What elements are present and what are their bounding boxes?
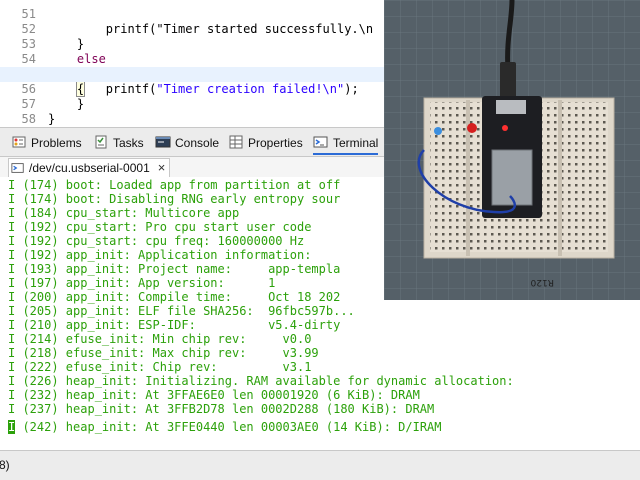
blue-led: [434, 127, 442, 135]
red-led: [467, 123, 477, 133]
tab-label: Console: [175, 136, 220, 150]
board-marking: R120: [530, 277, 554, 287]
tab-label: Tasks: [113, 136, 144, 150]
log-line: I (210) app_init: ESP-IDF: v5.4-dirty: [8, 318, 341, 332]
log-line: I (200) app_init: Compile time: Oct 18 2…: [8, 290, 341, 304]
breadboard-photo: R120: [384, 0, 640, 300]
log-line: I (237) heap_init: At 3FFB2D78 len 0002D…: [8, 402, 435, 416]
status-bar: 8): [0, 450, 640, 480]
tab-label: /dev/cu.usbserial-0001: [29, 161, 150, 175]
log-line: I (192) cpu_start: Pro cpu start user co…: [8, 220, 312, 234]
log-line: I (192) app_init: Application informatio…: [8, 248, 312, 262]
line-number: 58: [21, 112, 36, 126]
tab-label: Problems: [31, 136, 82, 150]
log-line: I (205) app_init: ELF file SHA256: 96fbc…: [8, 304, 355, 318]
log-line: I (193) app_init: Project name: app-temp…: [8, 262, 341, 276]
webcam-overlay: R120: [384, 0, 640, 300]
code-text: }: [48, 112, 56, 126]
tab-terminal[interactable]: Terminal: [313, 133, 379, 155]
properties-icon: [229, 135, 243, 149]
log-line: I (174) boot: Loaded app from partition …: [8, 178, 341, 192]
log-line: I (226) heap_init: Initializing. RAM ava…: [8, 374, 514, 388]
console-icon: [155, 136, 171, 148]
problems-icon: [12, 136, 26, 148]
log-line: I (197) app_init: App version: 1: [8, 276, 276, 290]
tab-console[interactable]: Console: [155, 133, 219, 153]
serial-connection-tab[interactable]: /dev/cu.usbserial-0001 ×: [8, 158, 171, 178]
status-text: 8): [0, 458, 10, 472]
log-line: I (214) efuse_init: Min chip rev: v0.0: [8, 332, 312, 346]
terminal-icon: [313, 136, 328, 148]
log-line: I (218) efuse_init: Max chip rev: v3.99: [8, 346, 319, 360]
tab-label: Properties: [248, 136, 303, 150]
tab-problems[interactable]: Problems: [11, 133, 82, 153]
tab-properties[interactable]: Properties: [228, 133, 303, 153]
serial-terminal-icon: [11, 163, 24, 173]
log-line: I (222) efuse_init: Chip rev: v3.1: [8, 360, 312, 374]
tasks-icon: [95, 135, 107, 149]
log-line: I (192) cpu_start: cpu freq: 160000000 H…: [8, 234, 305, 248]
log-line: I (184) cpu_start: Multicore app: [8, 206, 240, 220]
tab-label: Terminal: [333, 136, 379, 150]
log-line: I (232) heap_init: At 3FFAE6E0 len 00001…: [8, 388, 420, 402]
log-line-last: I (242) heap_init: At 3FFE0440 len 00003…: [8, 420, 442, 434]
tab-tasks[interactable]: Tasks: [93, 133, 144, 153]
log-line: I (174) boot: Disabling RNG early entrop…: [8, 192, 341, 206]
close-icon[interactable]: ×: [158, 159, 166, 177]
